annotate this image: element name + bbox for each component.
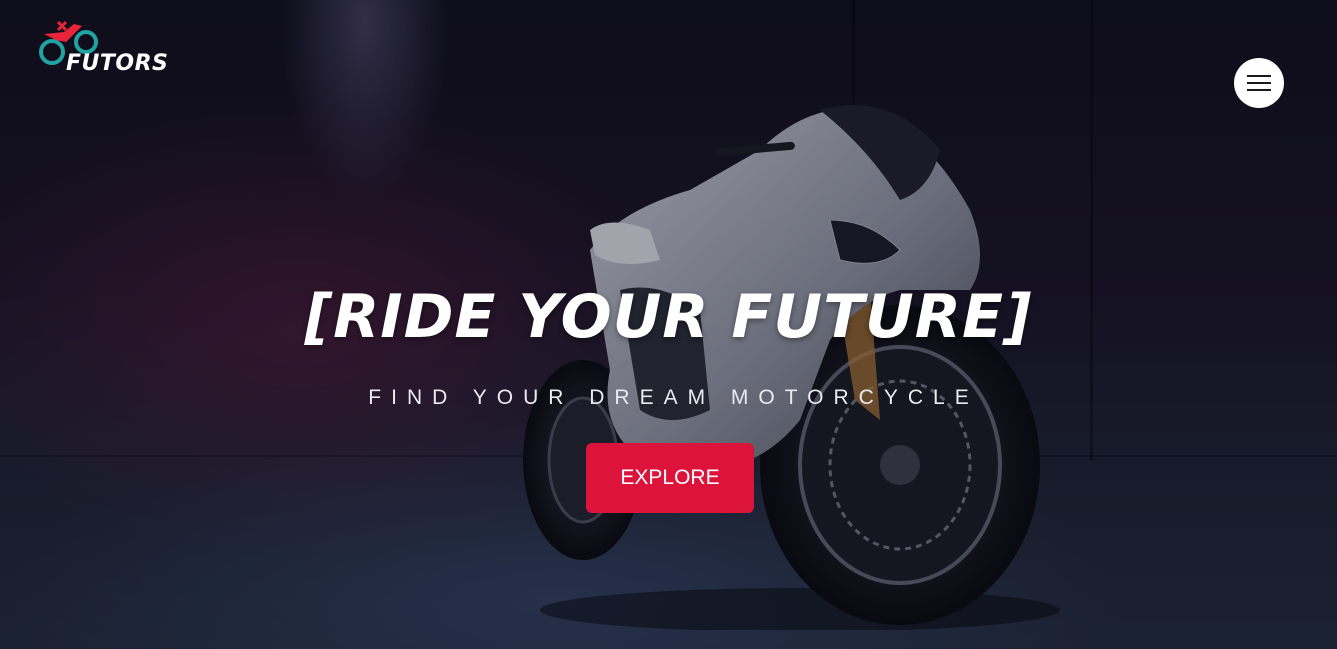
- brand-logo[interactable]: FUTORS: [36, 20, 168, 78]
- menu-button[interactable]: [1234, 58, 1284, 108]
- hamburger-icon: [1247, 75, 1271, 77]
- explore-button[interactable]: EXPLORE: [586, 443, 754, 513]
- hamburger-icon: [1247, 82, 1271, 84]
- brand-name: FUTORS: [66, 51, 169, 76]
- hamburger-icon: [1247, 89, 1271, 91]
- hero-subheadline: FIND YOUR DREAM MOTORCYCLE: [368, 386, 979, 409]
- hero-headline: [RIDE YOUR FUTURE]: [304, 282, 1033, 352]
